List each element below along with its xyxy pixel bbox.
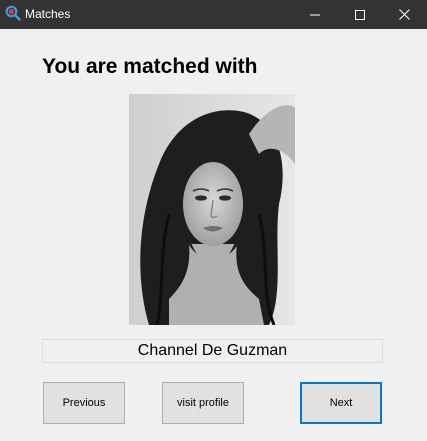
maximize-button[interactable] — [337, 0, 382, 29]
visit-profile-button[interactable]: visit profile — [162, 382, 244, 424]
previous-button[interactable]: Previous — [43, 382, 125, 424]
profile-photo — [129, 94, 295, 325]
minimize-icon — [309, 10, 320, 20]
maximize-icon — [354, 9, 365, 20]
close-icon — [399, 9, 410, 20]
page-heading: You are matched with — [42, 55, 258, 78]
window-title: Matches — [25, 7, 71, 21]
minimize-button[interactable] — [292, 0, 337, 29]
title-bar[interactable]: Matches — [0, 0, 427, 29]
next-button[interactable]: Next — [300, 382, 382, 424]
search-magnifier-icon — [5, 5, 21, 21]
close-button[interactable] — [382, 0, 427, 29]
matches-window: Matches You are matched with Channel De … — [0, 0, 427, 441]
match-name-label: Channel De Guzman — [42, 339, 383, 363]
